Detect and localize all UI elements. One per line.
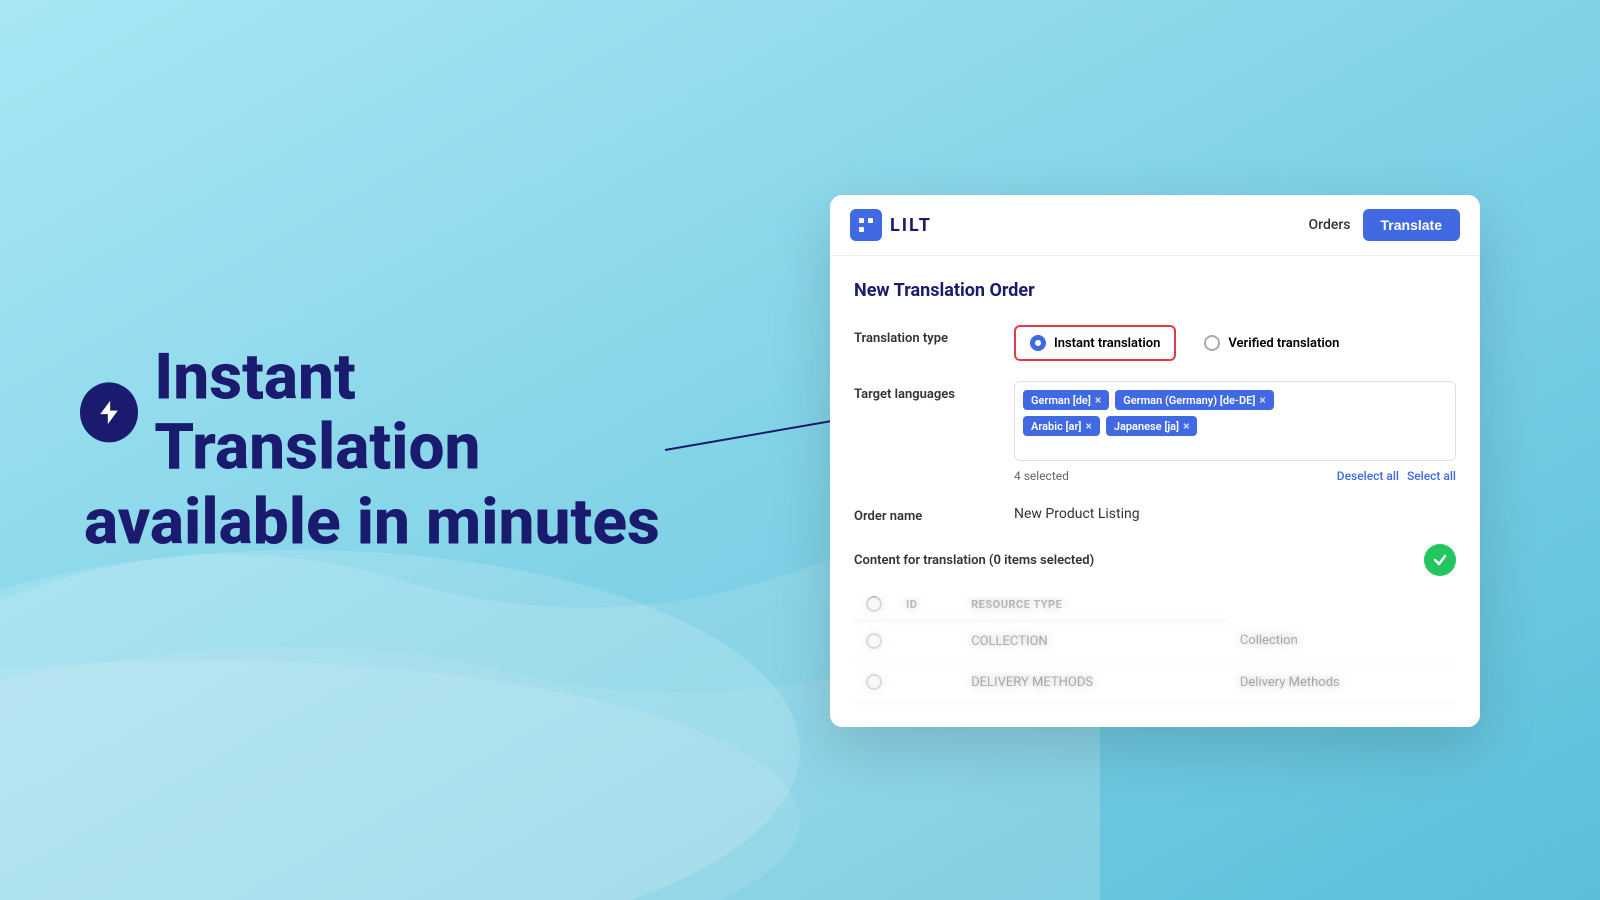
nav-orders-link[interactable]: Orders: [1309, 217, 1351, 233]
order-name-label: Order name: [854, 503, 1014, 524]
instant-translation-option[interactable]: Instant translation: [1014, 325, 1176, 361]
instant-radio-dot: [1030, 335, 1046, 351]
lang-tag-arabic[interactable]: Arabic [ar] ×: [1023, 416, 1100, 436]
translation-type-options: Instant translation Verified translation: [1014, 325, 1456, 361]
blurred-reflection: [830, 597, 1480, 727]
app-window: LILT Orders Translate New Translation Or…: [830, 195, 1480, 727]
lang-tags-row-2: Arabic [ar] × Japanese [ja] ×: [1023, 416, 1447, 436]
lang-tag-german-de[interactable]: German [de] ×: [1023, 390, 1109, 410]
translate-button[interactable]: Translate: [1363, 209, 1460, 241]
lilt-logo-icon: [850, 209, 882, 241]
lightning-icon: [80, 383, 138, 443]
form-title: New Translation Order: [854, 280, 1456, 301]
hero-title-line1: Instant Translation: [80, 342, 680, 483]
lang-tag-arabic-remove[interactable]: ×: [1085, 419, 1091, 433]
tags-footer: 4 selected Deselect all Select all: [1014, 469, 1456, 483]
translation-type-row: Translation type Instant translation Ver…: [854, 325, 1456, 361]
content-section-header: Content for translation (0 items selecte…: [854, 544, 1456, 576]
lang-tag-german-germany-remove[interactable]: ×: [1259, 393, 1265, 407]
lang-tag-japanese[interactable]: Japanese [ja] ×: [1106, 416, 1198, 436]
verified-translation-option[interactable]: Verified translation: [1188, 325, 1355, 361]
target-languages-row: Target languages German [de] × German (G…: [854, 381, 1456, 483]
lang-tag-german-de-remove[interactable]: ×: [1095, 393, 1101, 407]
target-languages-control: German [de] × German (Germany) [de-DE] ×…: [1014, 381, 1456, 483]
verified-radio-dot: [1204, 335, 1220, 351]
hero-text-block: Instant Translation available in minutes: [80, 342, 680, 557]
tags-actions: Deselect all Select all: [1337, 469, 1456, 483]
target-languages-label: Target languages: [854, 381, 1014, 402]
select-all-btn[interactable]: Select all: [1407, 469, 1456, 483]
tags-count: 4 selected: [1014, 469, 1069, 483]
order-name-control: New Product Listing: [1014, 503, 1456, 522]
hero-title-line2: available in minutes: [80, 487, 680, 557]
lang-tags-area[interactable]: German [de] × German (Germany) [de-DE] ×…: [1014, 381, 1456, 461]
lilt-logo: LILT: [850, 209, 932, 241]
deselect-all-btn[interactable]: Deselect all: [1337, 469, 1399, 483]
content-section-title: Content for translation (0 items selecte…: [854, 553, 1094, 568]
check-icon: [1424, 544, 1456, 576]
order-name-value: New Product Listing: [1014, 500, 1140, 522]
nav-bar: LILT Orders Translate: [830, 195, 1480, 256]
lang-tags-row-1: German [de] × German (Germany) [de-DE] ×: [1023, 390, 1447, 410]
verified-translation-label: Verified translation: [1228, 336, 1339, 351]
lilt-logo-text: LILT: [890, 215, 932, 236]
lang-tag-japanese-remove[interactable]: ×: [1183, 419, 1189, 433]
instant-translation-label: Instant translation: [1054, 336, 1160, 351]
order-name-row: Order name New Product Listing: [854, 503, 1456, 524]
lang-tag-german-germany[interactable]: German (Germany) [de-DE] ×: [1115, 390, 1274, 410]
translation-type-label: Translation type: [854, 325, 1014, 346]
